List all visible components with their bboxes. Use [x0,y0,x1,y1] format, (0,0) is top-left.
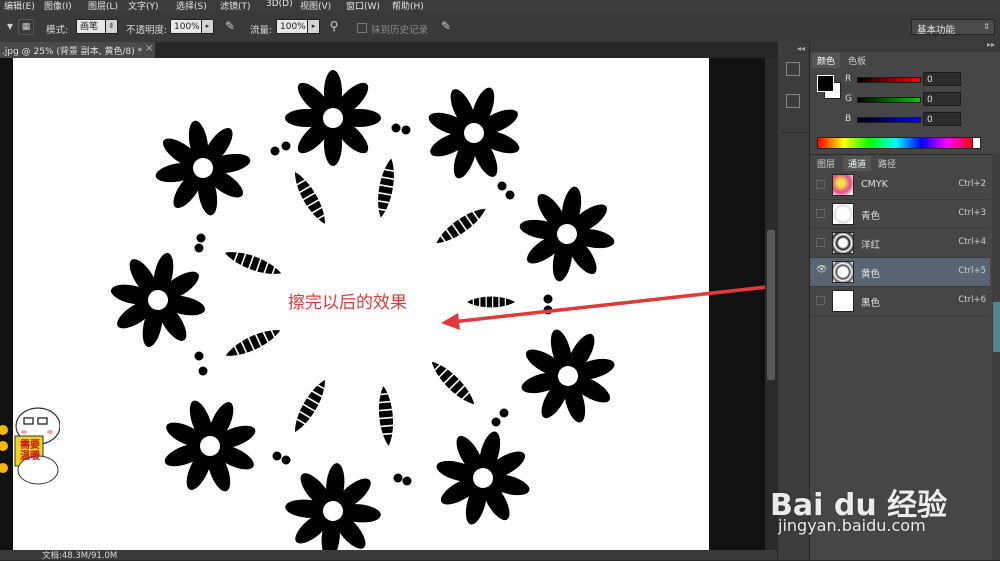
channel-r-label: R [845,74,852,84]
visibility-toggle[interactable] [816,180,825,189]
visibility-toggle[interactable] [816,296,825,305]
sticker-text: 需要温暖 [20,440,40,462]
channel-row-black[interactable]: 黑色 Ctrl+6 [810,287,990,316]
channel-thumbnail [832,261,854,283]
channel-thumbnail [832,290,854,312]
channel-g-label: G [845,94,852,104]
tab-swatches[interactable]: 色板 [843,53,871,68]
history-icon[interactable] [786,62,800,76]
tab-layers[interactable]: 图层 [812,156,840,171]
visibility-toggle[interactable] [816,209,825,218]
tab-color[interactable]: 颜色 [812,53,841,68]
document-size-status: 文档:48.3M/91.0M [42,551,118,561]
tab-channels[interactable]: 通道 [843,156,872,171]
panel-divider [810,154,1000,155]
channel-name: 黑色 [861,298,881,309]
channel-shortcut: Ctrl+6 [958,295,986,305]
panel-scroll-thumb[interactable] [993,302,1000,352]
channel-shortcut: Ctrl+5 [958,266,986,276]
channel-name: 青色 [861,211,881,222]
channel-name: 洋红 [861,240,881,251]
sticker-image: 需要温暖 [0,398,61,488]
channel-list: CMYK Ctrl+2 青色 Ctrl+3 洋红 Ctrl+4 👁 黄色 Ctr… [810,171,990,316]
panel-scrollbar[interactable] [992,154,1000,560]
properties-icon[interactable] [786,94,800,108]
channel-row-yellow[interactable]: 👁 黄色 Ctrl+5 [810,258,990,287]
collapse-panels-icon[interactable]: ▸▸ [987,40,995,49]
channel-shortcut: Ctrl+4 [958,237,986,247]
r-value-input[interactable]: 0 [923,72,961,86]
watermark-url: jingyan.baidu.com [778,516,926,535]
channel-row-magenta[interactable]: 洋红 Ctrl+4 [810,229,990,258]
channel-row-cmyk[interactable]: CMYK Ctrl+2 [810,171,990,200]
visibility-toggle[interactable] [816,238,825,247]
collapse-icon[interactable]: ◂◂ [797,44,805,53]
channel-row-cyan[interactable]: 青色 Ctrl+3 [810,200,990,229]
g-slider[interactable] [857,97,921,103]
dock-divider [781,132,807,133]
status-bar: 文档:48.3M/91.0M [0,550,777,561]
tab-paths[interactable]: 路径 [873,156,901,171]
channel-b-label: B [845,114,852,124]
panel-header-bar: ▸▸ [810,40,1000,52]
scrollbar-thumb[interactable] [767,230,775,380]
spectrum-white-swatch[interactable] [972,137,981,149]
b-value-input[interactable]: 0 [923,112,961,126]
g-value-input[interactable]: 0 [923,92,961,106]
channel-thumbnail [832,232,854,254]
channel-shortcut: Ctrl+2 [958,179,986,189]
b-slider[interactable] [857,117,921,123]
channel-name: CMYK [861,179,888,190]
eye-icon[interactable]: 👁 [816,266,827,275]
channel-thumbnail [832,174,854,196]
color-spectrum-bar[interactable] [817,137,974,149]
channel-shortcut: Ctrl+3 [958,208,986,218]
channel-name: 黄色 [861,269,881,280]
foreground-color-swatch[interactable] [817,75,834,92]
channel-thumbnail [832,203,854,225]
r-slider[interactable] [857,77,921,83]
